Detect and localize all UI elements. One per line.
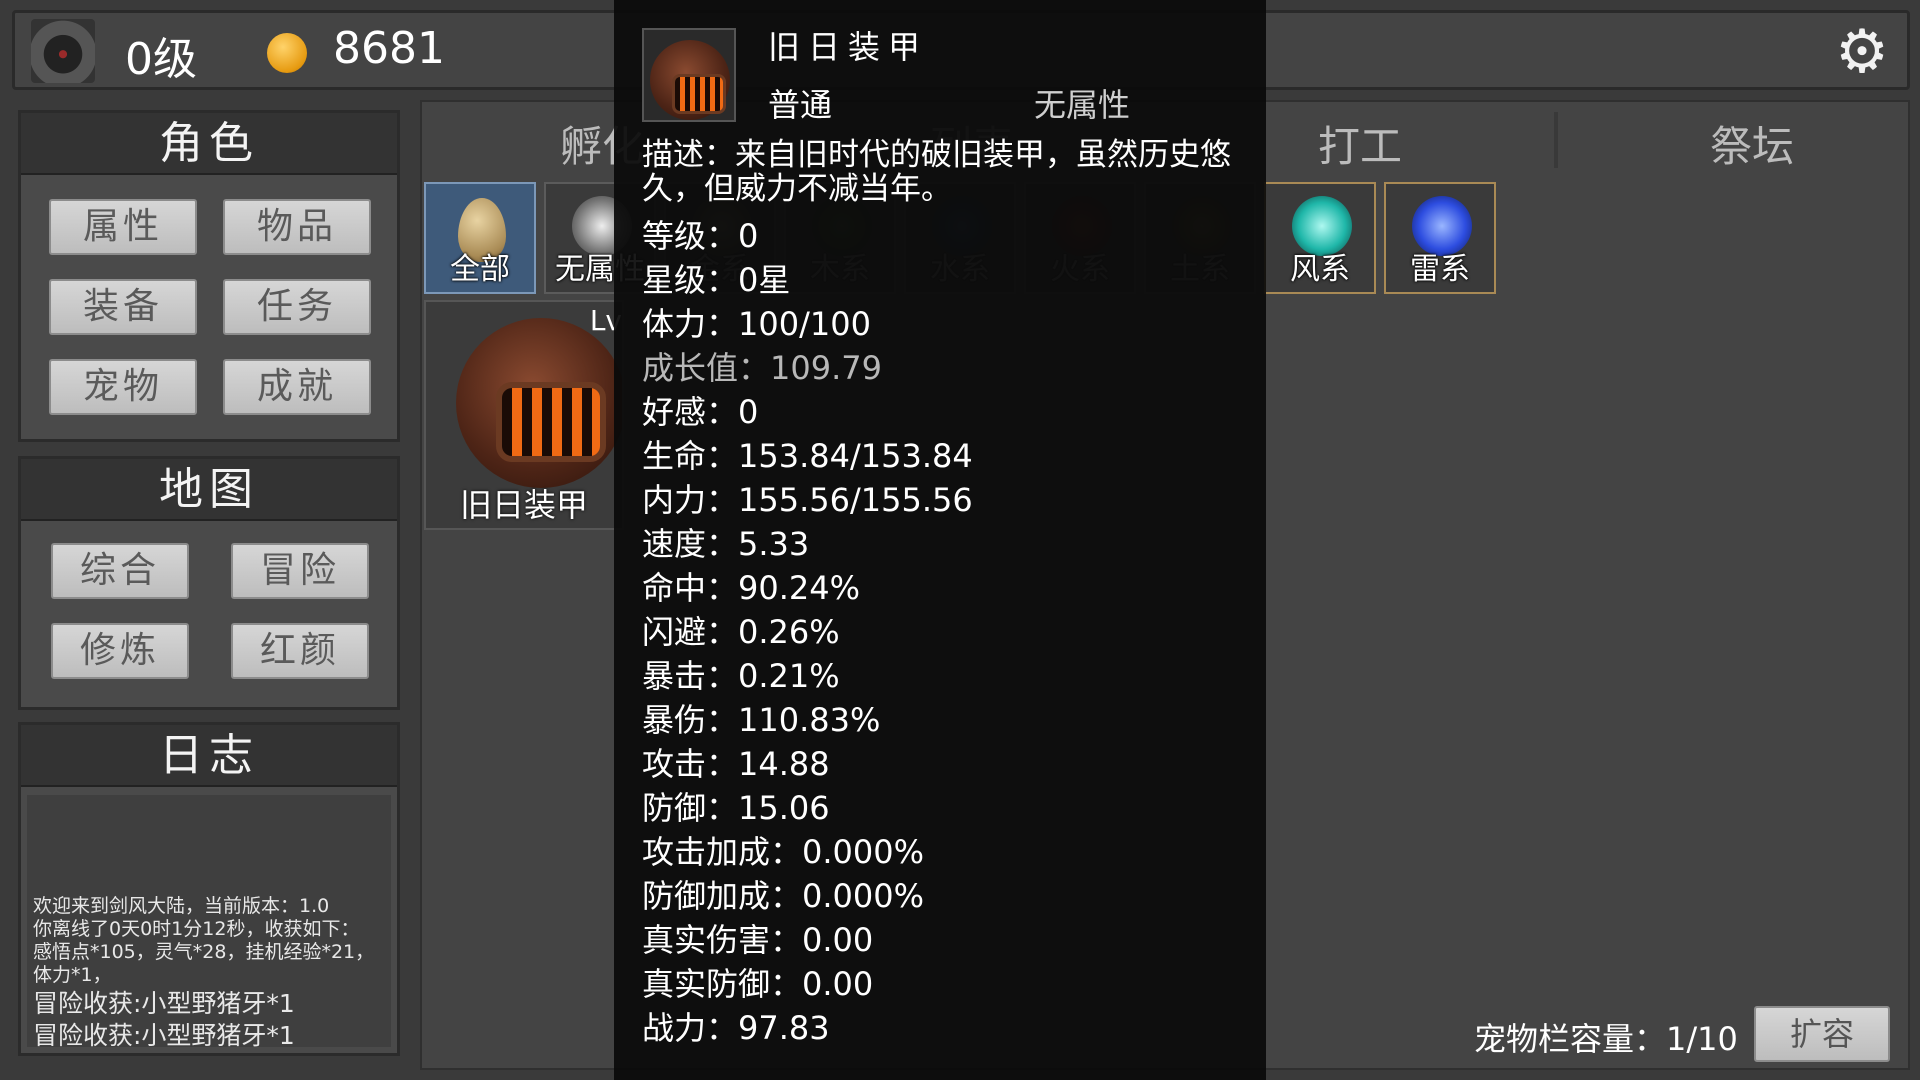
pet-card[interactable]: Lv 旧日装甲 bbox=[424, 300, 624, 530]
map-panel: 地图 综合 冒险 修炼 红颜 bbox=[18, 456, 400, 710]
category-thunder[interactable]: 雷系 bbox=[1384, 182, 1496, 294]
tooltip-title: 旧日装甲 bbox=[768, 28, 929, 66]
category-label: 全部 bbox=[450, 252, 510, 287]
equipment-button[interactable]: 装备 bbox=[49, 279, 197, 335]
tooltip-attribute: 无属性 bbox=[1034, 86, 1131, 124]
stat-level: 等级：0 bbox=[642, 217, 759, 255]
tooltip-rarity: 普通 bbox=[768, 86, 833, 124]
log-line: 冒险收获:小型野猪牙*1 bbox=[33, 1021, 295, 1050]
armor-grill bbox=[672, 74, 726, 114]
tab-divider bbox=[1554, 112, 1558, 168]
log-line: 欢迎来到剑风大陆，当前版本：1.0 bbox=[33, 895, 330, 917]
stat-power: 战力：97.83 bbox=[642, 1009, 830, 1047]
stat-growth: 成长值：109.79 bbox=[642, 349, 882, 387]
log-area[interactable]: 欢迎来到剑风大陆，当前版本：1.0 你离线了0天0时1分12秒，收获如下： 感悟… bbox=[27, 795, 391, 1050]
category-wind[interactable]: 风系 bbox=[1264, 182, 1376, 294]
category-all[interactable]: 全部 bbox=[424, 182, 536, 294]
stat-hit: 命中：90.24% bbox=[642, 569, 861, 607]
avatar[interactable] bbox=[31, 19, 95, 83]
cultivation-button[interactable]: 修炼 bbox=[51, 623, 189, 679]
stat-attack: 攻击：14.88 bbox=[642, 745, 830, 783]
stat-defense: 防御：15.06 bbox=[642, 789, 830, 827]
pet-detail-tooltip: 旧日装甲 普通 无属性 描述：来自旧时代的破旧装甲，虽然历史悠久，但威力不减当年… bbox=[614, 0, 1266, 1080]
tooltip-description: 描述：来自旧时代的破旧装甲，虽然历史悠久，但威力不减当年。 bbox=[642, 137, 1231, 207]
stat-defense-bonus: 防御加成：0.000% bbox=[642, 877, 925, 915]
quests-button[interactable]: 任务 bbox=[223, 279, 371, 335]
stat-true-damage: 真实伤害：0.00 bbox=[642, 921, 874, 959]
stat-hp: 生命：153.84/153.84 bbox=[642, 437, 973, 475]
expand-button[interactable]: 扩容 bbox=[1754, 1006, 1890, 1062]
pet-name: 旧日装甲 bbox=[459, 486, 588, 524]
achievements-button[interactable]: 成就 bbox=[223, 359, 371, 415]
tab-altar[interactable]: 祭坛 bbox=[1672, 114, 1832, 180]
map-panel-title: 地图 bbox=[21, 459, 397, 521]
pets-button[interactable]: 宠物 bbox=[49, 359, 197, 415]
items-button[interactable]: 物品 bbox=[223, 199, 371, 255]
tab-work[interactable]: 打工 bbox=[1280, 114, 1440, 180]
category-label: 风系 bbox=[1290, 252, 1350, 287]
log-line: 体力*1， bbox=[33, 964, 112, 986]
tooltip-stats: 等级：0 星级：0星 体力：100/100 成长值：109.79 好感：0 生命… bbox=[642, 214, 973, 1050]
pet-capacity: 宠物栏容量：1/10 bbox=[1474, 1020, 1738, 1058]
stat-crit: 暴击：0.21% bbox=[642, 657, 840, 695]
attributes-button[interactable]: 属性 bbox=[49, 199, 197, 255]
role-panel: 角色 属性 物品 装备 任务 宠物 成就 bbox=[18, 110, 400, 442]
stat-affection: 好感：0 bbox=[642, 393, 759, 431]
category-label: 雷系 bbox=[1410, 252, 1470, 287]
stat-dodge: 闪避：0.26% bbox=[642, 613, 840, 651]
stat-speed: 速度：5.33 bbox=[642, 525, 810, 563]
log-panel-title: 日志 bbox=[21, 725, 397, 787]
gold-coin-icon bbox=[267, 33, 307, 73]
log-line: 你离线了0天0时1分12秒，收获如下： bbox=[33, 918, 360, 940]
stat-crit-damage: 暴伤：110.83% bbox=[642, 701, 881, 739]
armor-grill bbox=[496, 382, 606, 462]
player-level: 0级 bbox=[125, 34, 197, 85]
log-line: 冒险收获:小型野猪牙*1 bbox=[33, 989, 295, 1018]
log-panel: 日志 欢迎来到剑风大陆，当前版本：1.0 你离线了0天0时1分12秒，收获如下：… bbox=[18, 722, 400, 1056]
stat-stars: 星级：0星 bbox=[642, 261, 791, 299]
role-panel-title: 角色 bbox=[21, 113, 397, 175]
armor-icon bbox=[642, 28, 736, 122]
stat-attack-bonus: 攻击加成：0.000% bbox=[642, 833, 925, 871]
stat-stamina: 体力：100/100 bbox=[642, 305, 871, 343]
log-line: 感悟点*105，灵气*28，挂机经验*21， bbox=[33, 941, 375, 963]
gold-amount: 8681 bbox=[333, 23, 445, 74]
stat-mp: 内力：155.56/155.56 bbox=[642, 481, 973, 519]
general-map-button[interactable]: 综合 bbox=[51, 543, 189, 599]
companions-button[interactable]: 红颜 bbox=[231, 623, 369, 679]
stat-true-defense: 真实防御：0.00 bbox=[642, 965, 874, 1003]
adventure-button[interactable]: 冒险 bbox=[231, 543, 369, 599]
gear-icon[interactable]: ⚙ bbox=[1831, 21, 1893, 83]
